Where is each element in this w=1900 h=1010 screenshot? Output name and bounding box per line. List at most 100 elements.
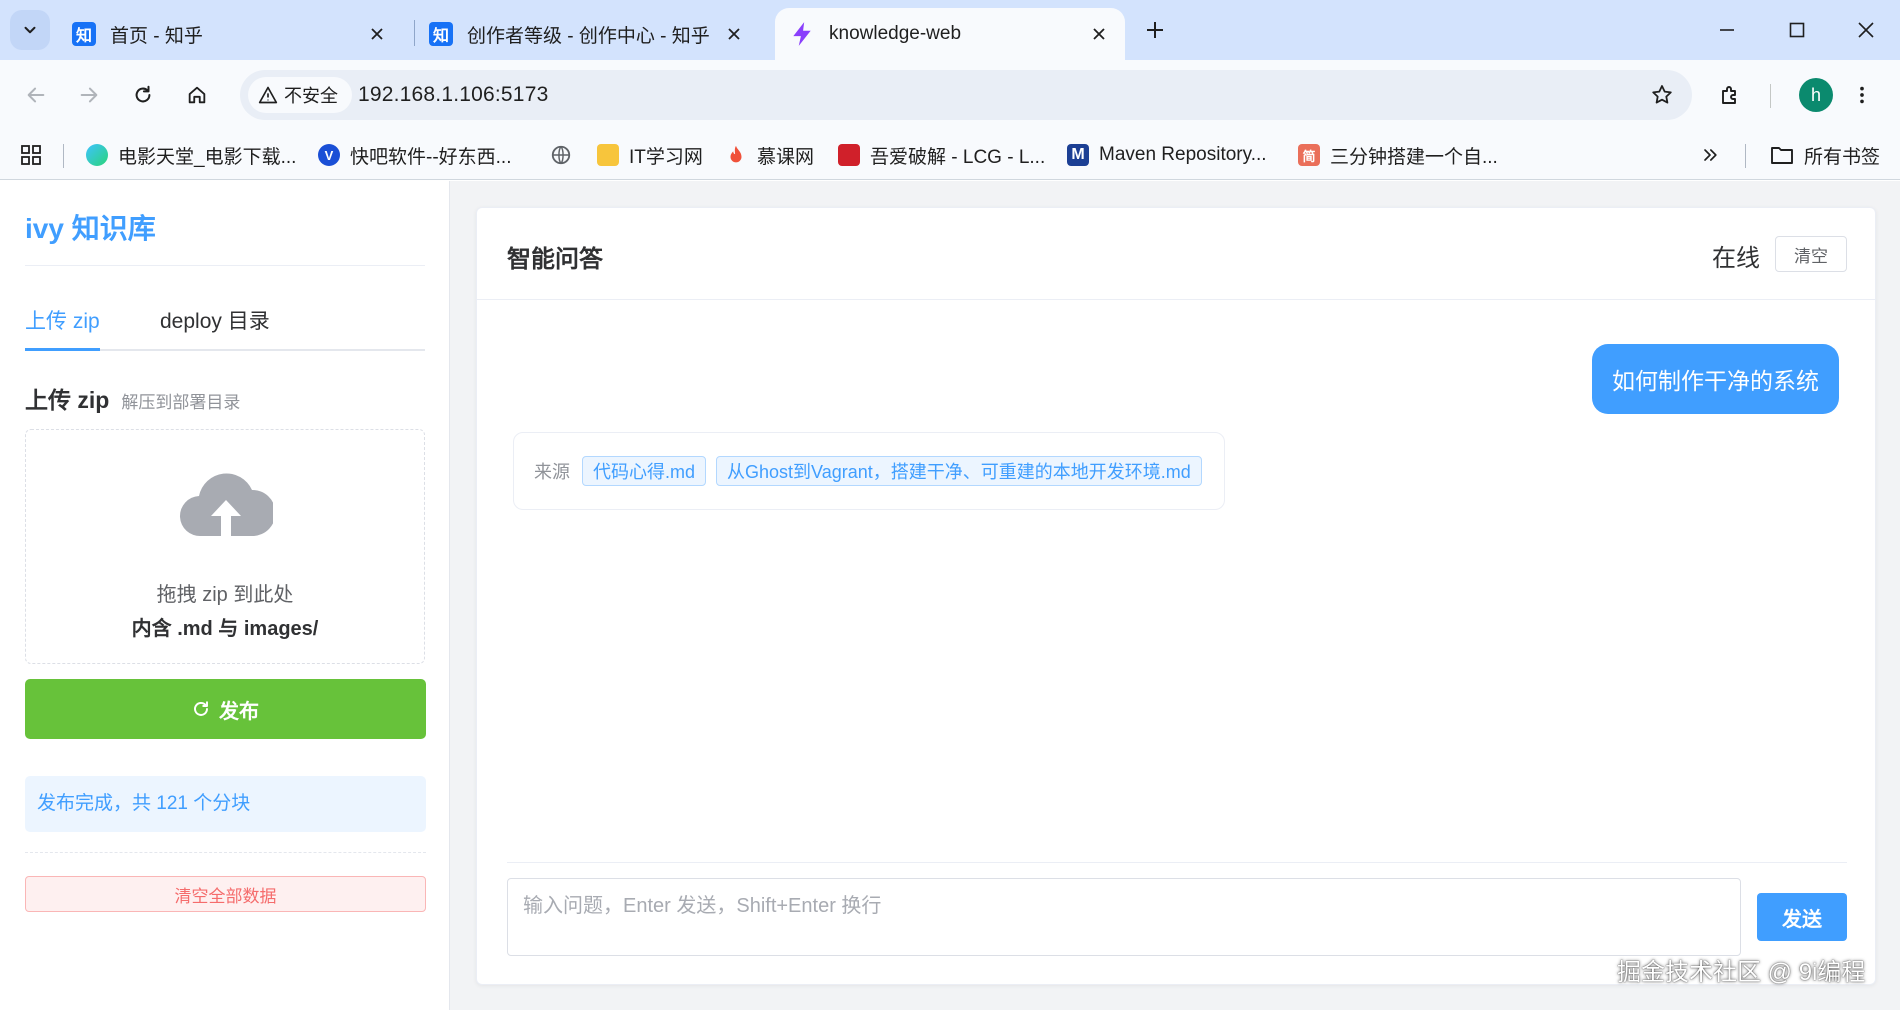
security-label: 不安全 xyxy=(284,86,338,106)
arrow-left-icon xyxy=(27,87,45,103)
bookmark-separator xyxy=(1745,144,1746,168)
divider xyxy=(507,862,1847,863)
chat-title: 智能问答 xyxy=(507,246,603,273)
section-title: 上传 zip xyxy=(25,387,110,413)
cloud-upload-icon xyxy=(179,473,273,537)
source-tag[interactable]: 代码心得.md xyxy=(582,456,707,486)
new-tab-button[interactable] xyxy=(1137,12,1173,48)
close-icon[interactable] xyxy=(365,22,389,46)
user-message-bubble: 如何制作干净的系统 xyxy=(1592,344,1839,414)
close-icon xyxy=(1858,22,1874,38)
minimize-button[interactable] xyxy=(1707,10,1747,50)
clear-chat-button[interactable]: 清空 xyxy=(1775,236,1847,272)
more-vertical-icon xyxy=(1860,86,1864,104)
globe-icon xyxy=(551,145,571,165)
tab-upload-zip[interactable]: 上传 zip xyxy=(25,301,100,351)
bookmark-label: Maven Repository... xyxy=(1099,144,1267,165)
divider xyxy=(25,265,425,266)
browser-toolbar: 不安全 192.168.1.106:5173 h xyxy=(0,60,1900,130)
section-subtitle: 解压到部署目录 xyxy=(121,393,241,412)
bookmark-label: 快吧软件--好东西... xyxy=(350,146,512,168)
tab-search-button[interactable] xyxy=(10,10,50,50)
clear-all-data-button[interactable]: 清空全部数据 xyxy=(25,876,426,912)
flame-icon xyxy=(730,145,742,163)
jianshu-favicon-icon: 简 xyxy=(1298,144,1320,166)
question-input[interactable] xyxy=(507,878,1741,956)
maximize-button[interactable] xyxy=(1777,10,1817,50)
bookmark-label: IT学习网 xyxy=(629,146,703,168)
publish-button[interactable]: 发布 xyxy=(25,679,426,739)
dropzone-hint: 拖拽 zip 到此处 xyxy=(156,584,294,606)
forward-button[interactable] xyxy=(70,76,108,114)
brand-title: ivy 知识库 xyxy=(25,213,156,244)
tab-zhihu-home[interactable]: 知 首页 - 知乎 xyxy=(58,8,403,60)
all-bookmarks-label: 所有书签 xyxy=(1804,146,1881,168)
folder-favicon-icon xyxy=(597,144,619,166)
all-bookmarks-button[interactable]: 所有书签 xyxy=(1770,140,1880,170)
bookmarks-overflow-button[interactable] xyxy=(1700,140,1720,170)
browser-tabstrip: 知 首页 - 知乎 知 创作者等级 - 创作中心 - 知乎 knowledge-… xyxy=(0,0,1900,60)
sidebar-tabs: 上传 zip deploy 目录 xyxy=(25,301,425,351)
watermark: 掘金技术社区 @ 9i编程 xyxy=(1617,959,1866,986)
publish-result-alert: 发布完成，共 121 个分块 xyxy=(25,776,426,832)
bookmark-jianshu[interactable]: 简 三分钟搭建一个自... xyxy=(1298,140,1498,170)
bookmark-separator xyxy=(63,144,64,168)
zip-dropzone[interactable]: 拖拽 zip 到此处 内含 .md 与 images/ xyxy=(25,429,425,664)
send-button[interactable]: 发送 xyxy=(1757,893,1847,941)
tab-deploy-dir[interactable]: deploy 目录 xyxy=(160,301,270,351)
sources-label: 来源 xyxy=(534,462,570,482)
bookmark-star-button[interactable] xyxy=(1646,79,1678,111)
close-icon[interactable] xyxy=(1087,22,1111,46)
apps-grid-icon xyxy=(21,145,41,165)
reload-button[interactable] xyxy=(124,76,162,114)
tab-knowledge-web[interactable]: knowledge-web xyxy=(775,8,1125,60)
home-button[interactable] xyxy=(178,76,216,114)
tab-zhihu-creator[interactable]: 知 创作者等级 - 创作中心 - 知乎 xyxy=(415,8,760,60)
bookmark-dytt[interactable]: 电影天堂_电影下载... xyxy=(86,140,296,170)
plus-icon xyxy=(1147,22,1163,38)
extensions-button[interactable] xyxy=(1711,76,1749,114)
reload-icon xyxy=(135,85,151,103)
maven-favicon-icon: M xyxy=(1067,144,1089,166)
bookmark-label: 电影天堂_电影下载... xyxy=(118,146,297,168)
close-window-button[interactable] xyxy=(1846,10,1886,50)
puzzle-icon xyxy=(1722,86,1736,104)
apps-button[interactable] xyxy=(20,140,42,170)
warning-icon xyxy=(258,86,278,104)
status-text: 在线 xyxy=(1712,245,1760,272)
back-button[interactable] xyxy=(17,76,55,114)
toolbar-separator xyxy=(1770,84,1771,108)
maximize-icon xyxy=(1789,22,1805,38)
folder-icon xyxy=(1771,147,1793,164)
bookmark-itxuexi[interactable]: IT学习网 xyxy=(597,140,703,170)
browser-menu-button[interactable] xyxy=(1843,76,1881,114)
v-favicon-icon: V xyxy=(318,144,340,166)
app-page: ivy 知识库 上传 zip deploy 目录 上传 zip 解压到部署目录 … xyxy=(0,181,1900,1010)
sidebar: ivy 知识库 上传 zip deploy 目录 上传 zip 解压到部署目录 … xyxy=(0,181,450,1010)
refresh-icon xyxy=(194,701,208,716)
url-text[interactable]: 192.168.1.106:5173 xyxy=(358,83,548,107)
movie-favicon-icon xyxy=(86,144,108,166)
source-tag[interactable]: 从Ghost到Vagrant，搭建干净、可重建的本地开发环境.md xyxy=(716,456,1202,486)
security-chip[interactable]: 不安全 xyxy=(248,77,352,113)
bookmark-label: 三分钟搭建一个自... xyxy=(1330,146,1498,168)
tab-title: 创作者等级 - 创作中心 - 知乎 xyxy=(467,25,710,47)
minimize-icon xyxy=(1720,29,1734,31)
pojie-favicon-icon xyxy=(838,144,860,166)
dropzone-subhint: 内含 .md 与 images/ xyxy=(131,618,319,640)
bookmark-imooc[interactable]: 慕课网 xyxy=(725,140,814,170)
publish-label: 发布 xyxy=(219,700,259,723)
close-icon[interactable] xyxy=(722,22,746,46)
star-icon xyxy=(1652,85,1672,104)
home-icon xyxy=(188,86,206,104)
profile-avatar[interactable]: h xyxy=(1799,78,1833,112)
bookmark-label: 吾爱破解 - LCG - L... xyxy=(870,146,1046,168)
tab-title: 首页 - 知乎 xyxy=(110,25,203,47)
bookmark-52pojie[interactable]: 吾爱破解 - LCG - L... xyxy=(838,140,1045,170)
bookmark-globe[interactable] xyxy=(550,140,572,170)
vite-logo-icon xyxy=(793,22,811,46)
address-bar[interactable]: 不安全 192.168.1.106:5173 xyxy=(240,70,1692,120)
zhihu-favicon-icon: 知 xyxy=(429,22,453,46)
bookmark-maven[interactable]: M Maven Repository... xyxy=(1067,140,1267,170)
bookmark-kuaiba[interactable]: V 快吧软件--好东西... xyxy=(318,140,512,170)
